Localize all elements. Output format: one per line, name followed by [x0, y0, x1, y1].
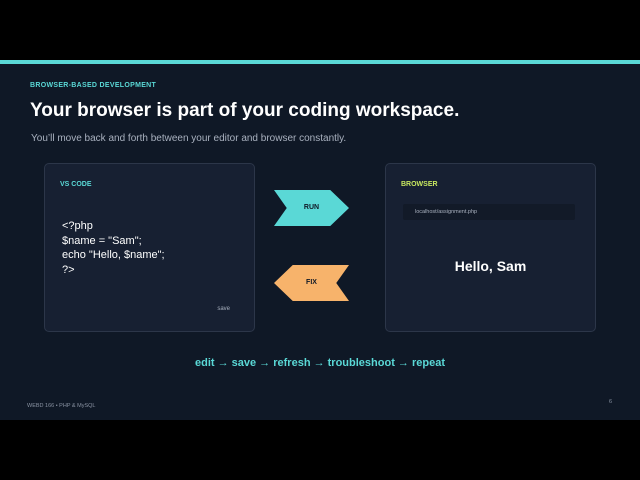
save-note: save [217, 306, 230, 312]
editor-label: VS CODE [60, 181, 92, 188]
code-block: <?php $name = "Sam"; echo "Hello, $name";?… [62, 219, 165, 277]
browser-label: BROWSER [401, 181, 438, 188]
run-arrow: RUN [274, 190, 349, 226]
workflow-steps: edit → save → refresh → troubleshoot → r… [194, 357, 445, 369]
page-number: 6 [608, 399, 612, 405]
code-line: echo "Hello, $name"; [62, 249, 165, 261]
run-label: RUN [303, 204, 320, 211]
fix-arrow: FIX [274, 265, 349, 301]
slide-subtitle: You’ll move back and forth between your … [31, 133, 347, 144]
code-line: <?php [62, 220, 93, 232]
course-footer: WEBD 166 • PHP & MySQL [27, 403, 96, 409]
accent-bar [0, 60, 640, 64]
code-line: $name = "Sam"; [62, 234, 142, 247]
code-line: ?> [62, 263, 75, 276]
browser-output: Hello, Sam [454, 258, 527, 274]
editor-panel: VS CODE <?php $name = "Sam"; echo "Hello, … [44, 163, 255, 332]
browser-url-bar: localhost/assignment.php [403, 204, 575, 220]
section-eyebrow: BROWSER-BASED DEVELOPMENT [30, 82, 157, 89]
fix-label: FIX [306, 279, 317, 286]
slide-title: Your browser is part of your coding work… [30, 100, 460, 121]
browser-panel: BROWSER localhost/assignment.php Hello, … [385, 163, 596, 332]
slide: BROWSER-BASED DEVELOPMENT Your browser i… [0, 60, 640, 420]
